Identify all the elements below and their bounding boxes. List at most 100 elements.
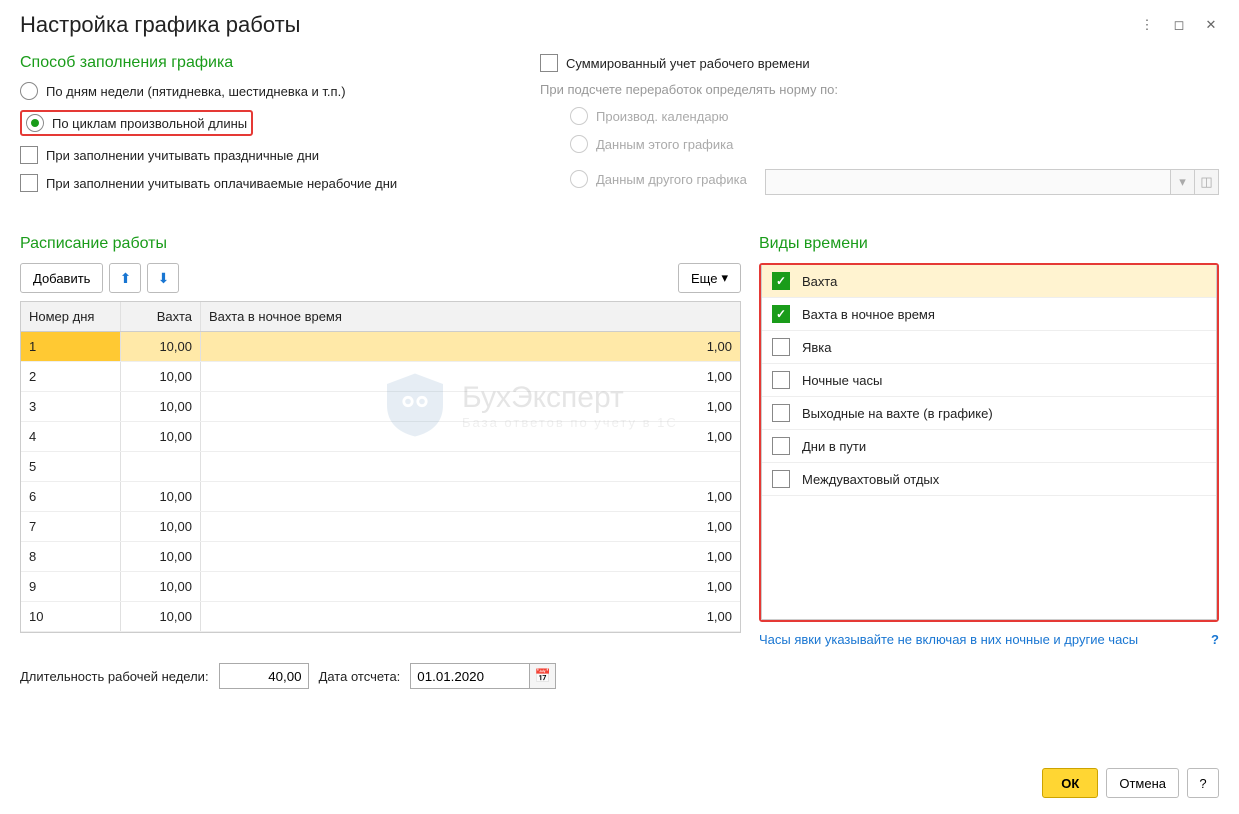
- add-button[interactable]: Добавить: [20, 263, 103, 293]
- table-row[interactable]: 5: [21, 452, 740, 482]
- table-row[interactable]: 710,001,00: [21, 512, 740, 542]
- table-row[interactable]: 410,001,00: [21, 422, 740, 452]
- th-num: Номер дня: [21, 302, 121, 331]
- cell-vakhta: 10,00: [121, 392, 201, 421]
- cell-num: 8: [21, 542, 121, 571]
- time-type-checkbox[interactable]: [772, 272, 790, 290]
- cell-num: 4: [21, 422, 121, 451]
- check-summarized[interactable]: [540, 54, 558, 72]
- move-up-button[interactable]: ⬆: [109, 263, 141, 293]
- cell-num: 10: [21, 602, 121, 631]
- cell-vakhta: 10,00: [121, 542, 201, 571]
- check-summarized-label: Суммированный учет рабочего времени: [566, 56, 810, 71]
- time-type-row[interactable]: Вахта в ночное время: [762, 298, 1216, 331]
- kebab-icon[interactable]: ⋮: [1139, 17, 1155, 33]
- move-down-button[interactable]: ⬇: [147, 263, 179, 293]
- radio-by-cycles[interactable]: [26, 114, 44, 132]
- time-type-row[interactable]: Междувахтовый отдых: [762, 463, 1216, 496]
- schedule-title: Расписание работы: [20, 235, 741, 253]
- cell-num: 9: [21, 572, 121, 601]
- time-type-checkbox[interactable]: [772, 305, 790, 323]
- cell-night: 1,00: [201, 542, 740, 571]
- radio-by-weekdays[interactable]: [20, 82, 38, 100]
- check-consider-paid-nonwork[interactable]: [20, 174, 38, 192]
- cell-vakhta: 10,00: [121, 332, 201, 361]
- cell-num: 5: [21, 452, 121, 481]
- radio-norm-other-label: Данным другого графика: [596, 172, 747, 187]
- check-consider-paid-nonwork-label: При заполнении учитывать оплачиваемые не…: [46, 176, 397, 191]
- cell-vakhta: 10,00: [121, 482, 201, 511]
- time-type-label: Дни в пути: [802, 439, 866, 454]
- cell-night: 1,00: [201, 422, 740, 451]
- cell-night: 1,00: [201, 392, 740, 421]
- time-type-label: Явка: [802, 340, 832, 355]
- table-row[interactable]: 810,001,00: [21, 542, 740, 572]
- time-type-label: Вахта: [802, 274, 837, 289]
- cell-night: 1,00: [201, 332, 740, 361]
- window-title: Настройка графика работы: [20, 12, 1139, 38]
- time-type-row[interactable]: Вахта: [762, 265, 1216, 298]
- time-type-checkbox[interactable]: [772, 338, 790, 356]
- th-vakhta: Вахта: [121, 302, 201, 331]
- radio-norm-this: [570, 135, 588, 153]
- cell-num: 1: [21, 332, 121, 361]
- time-type-row[interactable]: Выходные на вахте (в графике): [762, 397, 1216, 430]
- cell-vakhta: 10,00: [121, 362, 201, 391]
- table-row[interactable]: 910,001,00: [21, 572, 740, 602]
- cell-vakhta: 10,00: [121, 602, 201, 631]
- radio-norm-this-label: Данным этого графика: [596, 137, 733, 152]
- cell-num: 2: [21, 362, 121, 391]
- cell-vakhta: 10,00: [121, 422, 201, 451]
- calendar-icon[interactable]: 📅: [530, 663, 556, 689]
- check-consider-holidays[interactable]: [20, 146, 38, 164]
- hint-help-icon[interactable]: ?: [1211, 632, 1219, 647]
- time-type-label: Вахта в ночное время: [802, 307, 935, 322]
- fill-method-title: Способ заполнения графика: [20, 54, 500, 72]
- time-type-checkbox[interactable]: [772, 371, 790, 389]
- dropdown-icon: ▾: [1171, 169, 1195, 195]
- time-type-label: Междувахтовый отдых: [802, 472, 939, 487]
- start-date-label: Дата отсчета:: [319, 669, 401, 684]
- table-row[interactable]: 610,001,00: [21, 482, 740, 512]
- arrow-up-icon: ⬆: [120, 270, 132, 287]
- time-type-label: Выходные на вахте (в графике): [802, 406, 993, 421]
- time-types-list: Вахта Вахта в ночное время Явка Ночные часы…: [761, 265, 1217, 620]
- radio-norm-other: [570, 170, 588, 188]
- cell-night: [201, 452, 740, 481]
- th-night: Вахта в ночное время: [201, 302, 740, 331]
- cell-night: 1,00: [201, 362, 740, 391]
- table-row[interactable]: 110,001,00: [21, 332, 740, 362]
- maximize-icon[interactable]: ◻: [1171, 17, 1187, 33]
- check-consider-holidays-label: При заполнении учитывать праздничные дни: [46, 148, 319, 163]
- time-type-checkbox[interactable]: [772, 470, 790, 488]
- overtime-norm-label: При подсчете переработок определять норм…: [540, 82, 1219, 97]
- cell-night: 1,00: [201, 512, 740, 541]
- other-schedule-input: [765, 169, 1171, 195]
- radio-norm-calendar-label: Производ. календарю: [596, 109, 729, 124]
- radio-by-cycles-label: По циклам произвольной длины: [52, 116, 247, 131]
- table-row[interactable]: 210,001,00: [21, 362, 740, 392]
- table-row[interactable]: 1010,001,00: [21, 602, 740, 632]
- ok-button[interactable]: ОК: [1042, 768, 1098, 798]
- chevron-down-icon: ▾: [721, 270, 728, 286]
- start-date-input[interactable]: [410, 663, 530, 689]
- week-length-label: Длительность рабочей недели:: [20, 669, 209, 684]
- time-type-checkbox[interactable]: [772, 404, 790, 422]
- cell-vakhta: [121, 452, 201, 481]
- time-type-row[interactable]: Дни в пути: [762, 430, 1216, 463]
- time-type-row[interactable]: Ночные часы: [762, 364, 1216, 397]
- time-type-row[interactable]: Явка: [762, 331, 1216, 364]
- cancel-button[interactable]: Отмена: [1106, 768, 1179, 798]
- time-type-label: Ночные часы: [802, 373, 882, 388]
- cell-num: 7: [21, 512, 121, 541]
- cell-vakhta: 10,00: [121, 512, 201, 541]
- table-row[interactable]: 310,001,00: [21, 392, 740, 422]
- cell-num: 6: [21, 482, 121, 511]
- close-icon[interactable]: ✕: [1203, 17, 1219, 33]
- week-length-input[interactable]: [219, 663, 309, 689]
- more-button[interactable]: Еще ▾: [678, 263, 741, 293]
- time-type-checkbox[interactable]: [772, 437, 790, 455]
- help-button[interactable]: ?: [1187, 768, 1219, 798]
- arrow-down-icon: ⬇: [158, 270, 170, 287]
- radio-by-weekdays-label: По дням недели (пятидневка, шестидневка …: [46, 84, 346, 99]
